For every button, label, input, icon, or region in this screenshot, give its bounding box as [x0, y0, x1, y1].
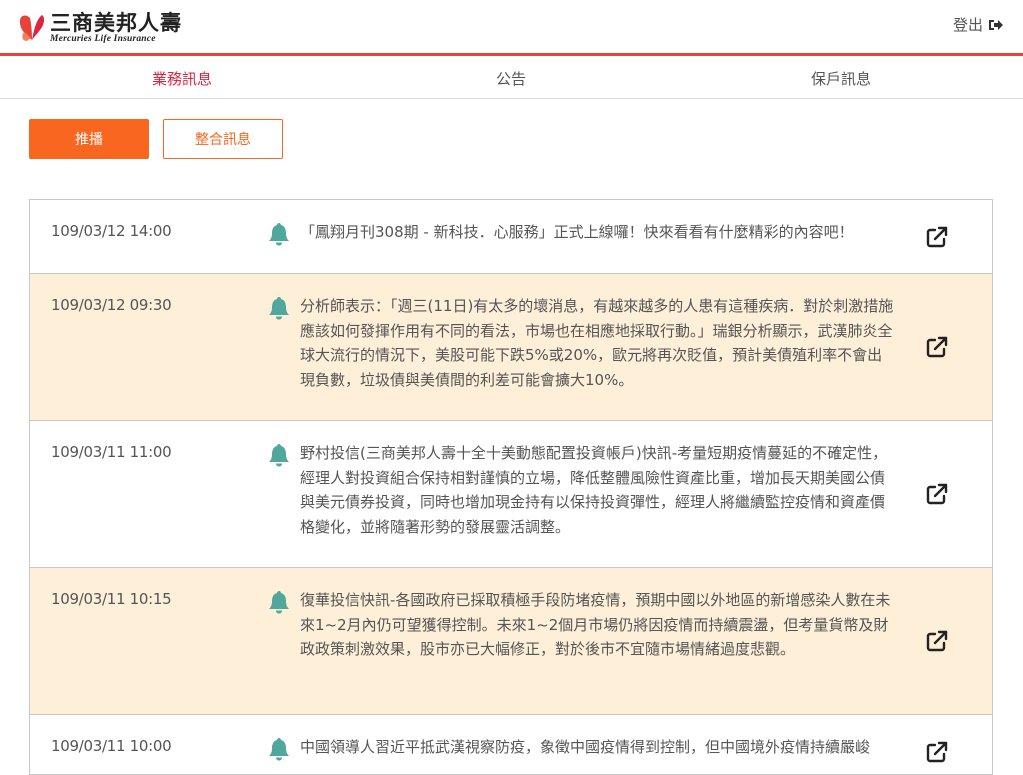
- external-link-icon[interactable]: [926, 483, 948, 509]
- message-list: 109/03/12 14:00 「鳳翔月刊308期 - 新科技．心服務」正式上線囉…: [29, 199, 993, 775]
- tab-bar: 業務訊息 公告 保戶訊息: [0, 59, 1023, 99]
- external-link-icon[interactable]: [926, 741, 948, 767]
- message-row: 109/03/12 14:00 「鳳翔月刊308期 - 新科技．心服務」正式上線囉…: [29, 199, 993, 274]
- bell-icon: [268, 737, 290, 765]
- brand-name: 三商美邦人壽: [50, 9, 182, 35]
- tab-policyholder-messages[interactable]: 保戶訊息: [676, 59, 1006, 99]
- message-date: 109/03/11 10:00: [51, 737, 172, 755]
- tab-announcements[interactable]: 公告: [346, 59, 676, 99]
- message-text: 復華投信快訊-各國政府已採取積極手段防堵疫情，預期中國以外地區的新增感染人數在未…: [300, 591, 891, 658]
- logout-button[interactable]: 登出: [953, 14, 1004, 35]
- brand-name-en: Mercuries Life Insurance: [50, 33, 156, 44]
- external-link-icon[interactable]: [926, 226, 948, 252]
- message-text: 「鳳翔月刊308期 - 新科技．心服務」正式上線囉！快來看看有什麼精彩的內容吧！: [300, 223, 854, 241]
- integrated-messages-button[interactable]: 整合訊息: [163, 119, 283, 159]
- message-text: 中國領導人習近平抵武漢視察防疫，象徵中國疫情得到控制，但中國境外疫情持續嚴峻: [300, 738, 871, 756]
- message-row: 109/03/11 10:15 復華投信快訊-各國政府已採取積極手段防堵疫情，預期…: [29, 568, 993, 715]
- brand-logo[interactable]: 三商美邦人壽 Mercuries Life Insurance: [18, 10, 182, 46]
- message-date: 109/03/11 10:15: [51, 590, 172, 608]
- bell-icon: [268, 443, 290, 471]
- logout-label: 登出: [952, 16, 983, 34]
- butterfly-logo-icon: [19, 15, 45, 41]
- external-link-icon[interactable]: [926, 336, 948, 362]
- message-date: 109/03/12 09:30: [51, 296, 172, 314]
- bell-icon: [268, 590, 290, 618]
- message-text: 分析師表示：「週三(11日)有太多的壞消息，有越來越多的人患有這種疾病．對於刺激…: [300, 297, 894, 389]
- message-text: 野村投信(三商美邦人壽十全十美動態配置投資帳戶)快訊-考量短期疫情蔓延的不確定性…: [300, 444, 888, 536]
- bell-icon: [268, 222, 290, 250]
- app-header: 三商美邦人壽 Mercuries Life Insurance 登出: [0, 0, 1023, 56]
- message-row: 109/03/12 09:30 分析師表示：「週三(11日)有太多的壞消息，有越來…: [29, 274, 993, 421]
- message-row: 109/03/11 11:00 野村投信(三商美邦人壽十全十美動態配置投資帳戶)快…: [29, 421, 993, 568]
- message-date: 109/03/12 14:00: [51, 222, 172, 240]
- tab-business-messages[interactable]: 業務訊息: [17, 59, 347, 99]
- sign-out-icon: [989, 19, 1003, 30]
- external-link-icon[interactable]: [926, 630, 948, 656]
- message-row: 109/03/11 10:00 中國領導人習近平抵武漢視察防疫，象徵中國疫情得到控…: [29, 715, 993, 775]
- broadcast-button[interactable]: 推播: [29, 119, 149, 159]
- bell-icon: [268, 296, 290, 324]
- message-date: 109/03/11 11:00: [51, 443, 172, 461]
